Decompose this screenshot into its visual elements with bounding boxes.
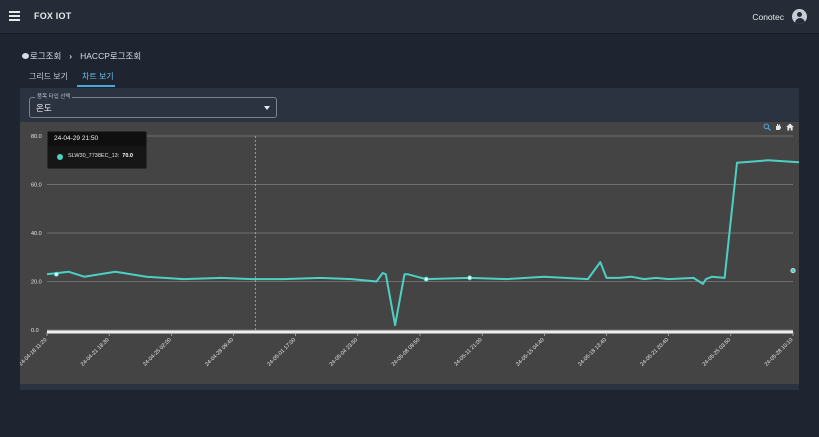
x-tick-label: 24-05-08 09:50 — [391, 337, 422, 368]
app-bar: FOX IOT Conotec — [0, 0, 819, 34]
breadcrumb: 로그조회 › HACCP로그조회 — [22, 50, 141, 62]
y-tick-label: 60.0 — [31, 183, 42, 189]
dropdown-arrow-icon — [264, 106, 270, 110]
breadcrumb-parent[interactable]: 로그조회 — [30, 51, 61, 61]
tooltip-value: 70.0 — [122, 153, 133, 159]
hamburger-menu-icon[interactable] — [9, 11, 20, 21]
y-tick-label: 80.0 — [31, 134, 42, 140]
x-tick-label: 24-05-11 21:00 — [453, 337, 483, 367]
breadcrumb-current: HACCP로그조회 — [80, 51, 142, 61]
item-type-select-label: 품목 타입 선택 — [35, 92, 73, 100]
user-name[interactable]: Conotec — [752, 12, 784, 22]
chevron-right-icon: › — [69, 51, 73, 61]
x-tick-label: 24-05-28 10:10 — [764, 337, 795, 368]
data-point-marker[interactable] — [790, 268, 796, 274]
x-tick-label: 24-04-18 11:20 — [20, 337, 48, 367]
home-reset-icon[interactable] — [786, 123, 794, 131]
tooltip-title: 24-04-29 21:50 — [48, 132, 146, 146]
log-icon — [22, 53, 29, 59]
tab-grid-view[interactable]: 그리드 보기 — [29, 71, 68, 82]
x-tick-label: 24-04-25 02:00 — [142, 337, 173, 368]
x-tick-label: 24-05-25 03:50 — [702, 337, 733, 368]
data-point-marker[interactable] — [423, 276, 429, 282]
x-tick-label: 24-04-28 09:40 — [204, 337, 235, 368]
item-type-select[interactable]: 온도 — [29, 97, 277, 118]
app-title: FOX IOT — [34, 11, 72, 21]
x-tick-label: 24-05-15 04:40 — [515, 337, 546, 368]
user-avatar-icon[interactable] — [792, 9, 807, 24]
tab-chart-view[interactable]: 차트 보기 — [82, 71, 114, 82]
tooltip-series: SLW30_7738EC_13: 70.0 — [68, 153, 133, 159]
x-tick-label: 24-04-21 18:30 — [80, 337, 111, 368]
x-tick-label: 24-05-21 20:40 — [639, 337, 670, 368]
data-point-marker[interactable] — [53, 271, 59, 277]
series-line[interactable] — [46, 148, 799, 327]
item-type-select-value: 온도 — [36, 103, 52, 113]
pan-icon[interactable] — [774, 123, 782, 131]
active-tab-indicator — [77, 85, 115, 87]
y-tick-label: 40.0 — [31, 231, 42, 237]
zoom-icon[interactable] — [763, 123, 771, 131]
y-tick-label: 0.0 — [31, 328, 39, 334]
chart-tooltip: 24-04-29 21:50 SLW30_7738EC_13: 70.0 — [47, 131, 147, 169]
data-point-marker[interactable] — [467, 275, 473, 281]
x-tick-label: 24-05-18 13:40 — [577, 337, 608, 368]
x-tick-label: 24-05-04 23:50 — [329, 337, 360, 368]
x-tick-label: 24-05-01 17:00 — [266, 337, 297, 368]
tooltip-series-name: SLW30_7738EC_13: — [68, 153, 120, 159]
series-color-dot — [57, 154, 63, 160]
y-tick-label: 20.0 — [31, 280, 42, 286]
